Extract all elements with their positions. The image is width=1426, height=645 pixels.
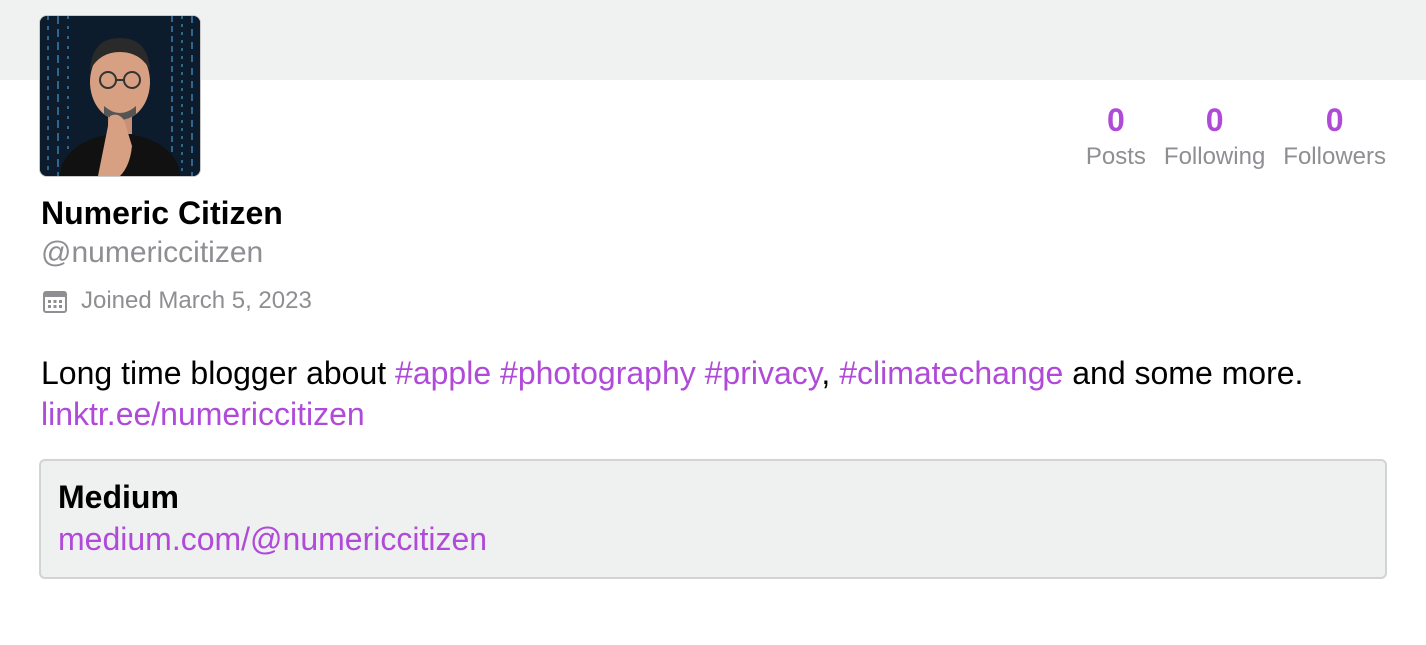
joined-text: Joined March 5, 2023 bbox=[81, 287, 312, 314]
stat-following[interactable]: 0 Following bbox=[1164, 100, 1265, 174]
stat-followers-label: Followers bbox=[1283, 143, 1386, 170]
avatar[interactable] bbox=[39, 15, 201, 177]
display-name: Numeric Citizen bbox=[41, 195, 283, 231]
stat-following-label: Following bbox=[1163, 143, 1266, 170]
hashtag-photography[interactable]: #photography bbox=[500, 355, 696, 391]
stat-following-count: 0 bbox=[1205, 102, 1224, 138]
hashtag-climatechange[interactable]: #climatechange bbox=[839, 355, 1063, 391]
stat-posts-count: 0 bbox=[1106, 102, 1125, 138]
handle: @numericcitizen bbox=[41, 236, 264, 269]
profile-stats: 0 Posts 0 Following 0 Followers bbox=[1086, 100, 1386, 174]
bio-comma: , bbox=[821, 355, 831, 391]
stat-followers-count: 0 bbox=[1325, 102, 1344, 138]
hashtag-apple[interactable]: #apple bbox=[395, 355, 491, 391]
profile-header-banner bbox=[0, 0, 1426, 80]
joined-date: Joined March 5, 2023 bbox=[41, 284, 312, 318]
avatar-image bbox=[40, 16, 200, 176]
stat-followers[interactable]: 0 Followers bbox=[1283, 100, 1386, 174]
bio-link[interactable]: linktr.ee/numericcitizen bbox=[41, 396, 365, 432]
stat-posts-label: Posts bbox=[1085, 143, 1146, 170]
bio-middle: and some more. bbox=[1063, 355, 1304, 391]
profile-page: 0 Posts 0 Following 0 Followers Numeric … bbox=[0, 0, 1426, 645]
stat-posts[interactable]: 0 Posts bbox=[1086, 100, 1146, 174]
profile-field-name: Medium bbox=[58, 479, 179, 515]
hashtag-privacy[interactable]: #privacy bbox=[705, 355, 822, 391]
profile-field: Medium medium.com/@numericcitizen bbox=[39, 459, 1387, 579]
profile-field-link[interactable]: medium.com/@numericcitizen bbox=[58, 517, 1368, 561]
calendar-icon bbox=[41, 287, 69, 315]
profile-bio: Long time blogger about #apple #photogra… bbox=[41, 353, 1386, 435]
bio-intro: Long time blogger about bbox=[41, 355, 396, 391]
